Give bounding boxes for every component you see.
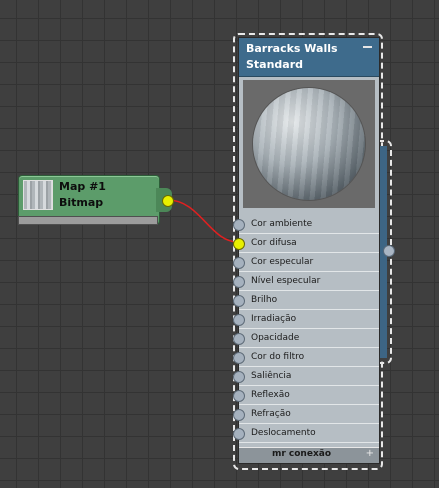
slot-label: Opacidade	[251, 333, 300, 343]
material-slot[interactable]: Cor do filtro	[233, 349, 379, 367]
material-node-header[interactable]: Barracks Walls Standard	[239, 38, 379, 77]
connection-wire[interactable]	[167, 199, 239, 243]
slot-input-socket[interactable]	[233, 257, 245, 269]
material-type: Standard	[246, 58, 304, 71]
slot-input-socket[interactable]	[233, 409, 245, 421]
slot-input-socket[interactable]	[233, 276, 245, 288]
slot-input-socket[interactable]	[233, 295, 245, 307]
slot-label: Cor do filtro	[251, 352, 305, 362]
material-slot[interactable]: Cor ambiente	[233, 216, 379, 234]
material-slot[interactable]: Irradiação	[233, 311, 379, 329]
material-preview	[243, 80, 375, 208]
material-slot[interactable]: Deslocamento	[233, 425, 379, 443]
slot-label: Cor difusa	[251, 238, 297, 248]
slot-label: Reflexão	[251, 390, 290, 400]
bitmap-node-footer[interactable]	[18, 216, 158, 225]
slot-label: Irradiação	[251, 314, 297, 324]
slot-label: Refração	[251, 409, 291, 419]
slot-input-socket[interactable]	[233, 314, 245, 326]
material-preview-sphere	[253, 88, 365, 200]
slot-label: Nível especular	[251, 276, 321, 286]
material-name: Barracks Walls	[246, 42, 338, 55]
slot-label: Saliência	[251, 371, 292, 381]
bitmap-node-type: Bitmap	[59, 196, 104, 209]
bitmap-output-socket[interactable]	[162, 195, 174, 207]
material-node[interactable]: Barracks Walls Standard mr conexão + Cor…	[233, 37, 380, 464]
plus-icon[interactable]: +	[366, 448, 374, 459]
slot-input-socket[interactable]	[233, 219, 245, 231]
bitmap-thumbnail	[23, 180, 53, 210]
slot-input-socket[interactable]	[233, 352, 245, 364]
material-slot[interactable]: Brilho	[233, 292, 379, 310]
mr-connection-footer[interactable]: mr conexão +	[239, 447, 379, 463]
slot-input-socket[interactable]	[233, 390, 245, 402]
material-slot[interactable]: Refração	[233, 406, 379, 424]
minimize-button[interactable]	[363, 46, 372, 48]
slot-label: Deslocamento	[251, 428, 316, 438]
slot-input-socket[interactable]	[233, 428, 245, 440]
slot-input-socket[interactable]	[233, 371, 245, 383]
material-slot[interactable]: Reflexão	[233, 387, 379, 405]
material-slot[interactable]: Saliência	[233, 368, 379, 386]
mr-connection-label: mr conexão	[271, 449, 332, 459]
material-slot[interactable]: Nível especular	[233, 273, 379, 291]
material-slot[interactable]: Cor especular	[233, 254, 379, 272]
slot-label: Cor especular	[251, 257, 314, 267]
material-slot[interactable]: Opacidade	[233, 330, 379, 348]
slot-label: Cor ambiente	[251, 219, 313, 229]
slot-label: Brilho	[251, 295, 278, 305]
slot-input-socket[interactable]	[233, 333, 245, 345]
bitmap-node-title: Map #1	[59, 180, 106, 193]
slot-input-socket[interactable]	[233, 238, 245, 250]
material-output-socket[interactable]	[383, 245, 395, 257]
material-slot[interactable]: Cor difusa	[233, 235, 379, 253]
